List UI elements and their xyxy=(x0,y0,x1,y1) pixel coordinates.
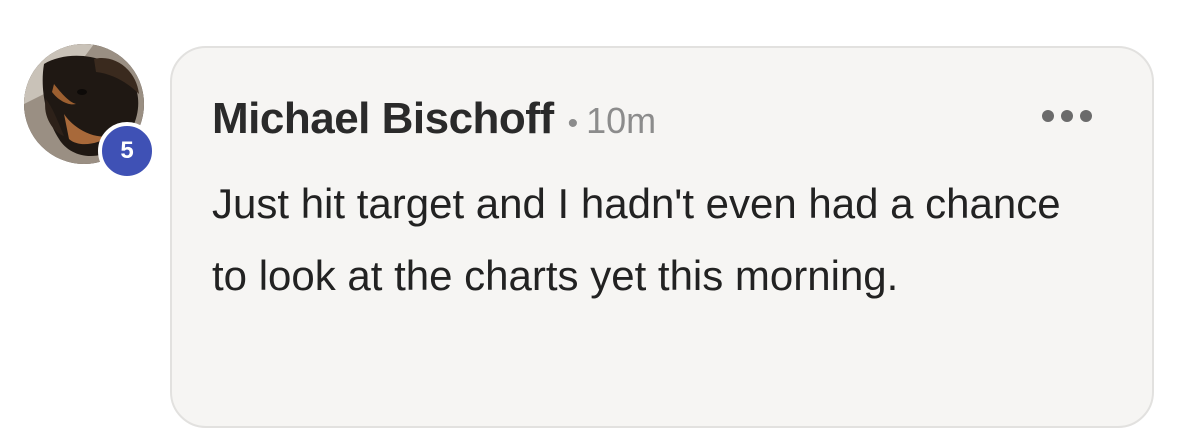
comment-header: Michael Bischoff • 10m xyxy=(212,94,656,144)
comment-row: 5 Michael Bischoff • 10m Just hit target… xyxy=(0,0,1179,448)
more-options-button[interactable] xyxy=(1042,104,1092,128)
more-horizontal-icon xyxy=(1042,110,1054,122)
more-horizontal-icon xyxy=(1080,110,1092,122)
more-horizontal-icon xyxy=(1061,110,1073,122)
separator-dot: • xyxy=(567,107,579,140)
author-name[interactable]: Michael Bischoff xyxy=(212,94,554,144)
comment-text: Just hit target and I hadn't even had a … xyxy=(212,180,1061,299)
timestamp: 10m xyxy=(586,100,657,141)
comment-bubble: Michael Bischoff • 10m Just hit target a… xyxy=(170,46,1154,428)
avatar-container[interactable]: 5 xyxy=(24,44,156,180)
level-badge: 5 xyxy=(98,122,156,180)
